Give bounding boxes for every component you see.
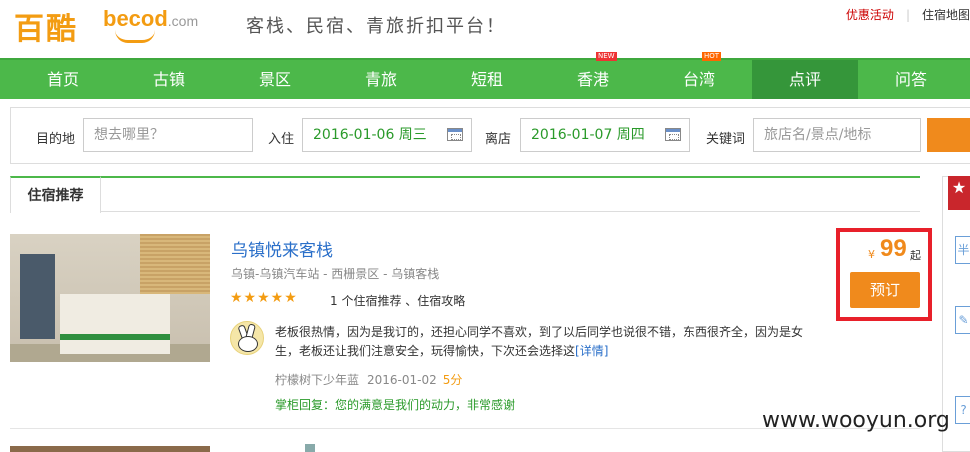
nav-label: 点评	[788, 70, 821, 89]
search-bar: 目的地 想去哪里？ 入住 2016-01-06 周三 离店 2016-01-07…	[10, 107, 970, 164]
new-badge: NEW	[596, 52, 617, 61]
hotel-name-link[interactable]	[305, 444, 315, 452]
owner-reply: 掌柜回复：您的满意是我们的动力，非常感谢	[275, 398, 516, 412]
nav-item-qa[interactable]: 问答	[858, 60, 964, 99]
destination-label: 目的地	[36, 132, 76, 147]
site-slogan: 客栈、民宿、青旅折扣平台！	[246, 16, 506, 37]
hot-badge: HOT	[702, 52, 722, 61]
nav-item-scenic[interactable]: 景区	[222, 60, 328, 99]
nav-label: 问答	[894, 70, 927, 89]
checkout-date-input[interactable]: 2016-01-07 周四	[520, 118, 690, 152]
bookmark-icon[interactable]: 半	[955, 236, 970, 264]
checkout-label: 离店	[485, 132, 512, 147]
photo-detail	[20, 254, 55, 339]
promo-link[interactable]: 优惠活动	[846, 8, 894, 22]
photo-detail	[140, 234, 210, 294]
price-box: ¥ 99 起 预订	[836, 228, 932, 321]
nav-label: 景区	[258, 70, 291, 89]
keyword-placeholder: 旅店名/景点/地标	[764, 127, 872, 143]
top-links: 优惠活动 | 住宿地图	[846, 6, 970, 23]
photo-detail	[60, 334, 170, 340]
review-text: 老板很热情，因为是我订的，还担心同学不喜欢，到了以后同学也说很不错，东西很齐全，…	[275, 323, 815, 361]
review-meta: 柠檬树下少年蓝 2016-01-02 5分	[275, 371, 462, 388]
price-currency: ¥	[868, 248, 875, 261]
hotel-photo[interactable]	[10, 446, 210, 452]
tab-lodging-recommend[interactable]: 住宿推荐	[10, 176, 101, 213]
nav-item-taiwan[interactable]: 台湾 HOT	[646, 52, 752, 99]
review-author: 柠檬树下少年蓝	[275, 373, 360, 387]
hotel-location: 乌镇-乌镇汽车站 - 西栅景区 - 乌镇客栈	[231, 267, 440, 281]
header: 百酷 becod.com 客栈、民宿、青旅折扣平台！ 优惠活动 | 住宿地图	[0, 0, 970, 58]
edit-icon[interactable]: ✎	[955, 306, 970, 334]
nav-label: 青旅	[364, 70, 397, 89]
review-date: 2016-01-02	[367, 373, 437, 387]
map-link[interactable]: 住宿地图	[922, 8, 970, 22]
result-tabs: 住宿推荐	[10, 176, 920, 213]
review-score: 5分	[442, 373, 463, 387]
price-value: 99	[880, 235, 907, 262]
nav-item-ancient-town[interactable]: 古镇	[116, 60, 222, 99]
avatar-detail	[238, 336, 258, 352]
nav-label: 短租	[470, 70, 503, 89]
review-more-link[interactable]: [详情]	[575, 344, 608, 358]
nav-item-reviews[interactable]: 点评	[752, 60, 858, 99]
logo-domain: .com	[167, 13, 199, 29]
watermark: www.wooyun.org	[762, 408, 950, 433]
destination-placeholder: 想去哪里？	[94, 127, 164, 143]
nav-label: 台湾	[682, 70, 715, 89]
nav-label: 首页	[46, 70, 79, 89]
logo-smile-icon	[115, 30, 155, 43]
divider: |	[905, 8, 910, 22]
search-button[interactable]	[927, 118, 970, 152]
destination-input[interactable]: 想去哪里？	[83, 118, 253, 152]
calendar-icon[interactable]	[665, 128, 681, 141]
help-icon[interactable]: ?	[955, 396, 970, 424]
hotel-photo[interactable]	[10, 234, 210, 362]
checkin-date-input[interactable]: 2016-01-06 周三	[302, 118, 472, 152]
nav-label: 古镇	[152, 70, 185, 89]
logo-brand: becod	[103, 6, 168, 31]
rating-stars-icon: ★★★★★	[230, 290, 298, 306]
logo-text-cn[interactable]: 百酷	[14, 4, 78, 48]
nav-item-home[interactable]: 首页	[10, 60, 116, 99]
checkout-value: 2016-01-07 周四	[531, 127, 645, 143]
main-nav: 首页 古镇 景区 青旅 短租 香港 NEW 台湾 HOT 点评 问答	[0, 52, 970, 99]
calendar-icon[interactable]	[447, 128, 463, 141]
nav-item-hostel[interactable]: 青旅	[328, 60, 434, 99]
price-unit: 起	[910, 249, 921, 262]
nav-item-short-rent[interactable]: 短租	[434, 60, 540, 99]
photo-detail	[60, 294, 170, 354]
keyword-input[interactable]: 旅店名/景点/地标	[753, 118, 921, 152]
recommend-count-link[interactable]: 1 个住宿推荐 、住宿攻略	[330, 292, 465, 309]
checkin-label: 入住	[268, 132, 295, 147]
hotel-name-link[interactable]: 乌镇悦来客栈	[231, 236, 333, 261]
user-avatar[interactable]	[230, 321, 264, 355]
nav-label: 香港	[576, 70, 609, 89]
nav-item-hongkong[interactable]: 香港 NEW	[540, 52, 646, 99]
review-body: 老板很热情，因为是我订的，还担心同学不喜欢，到了以后同学也说很不错，东西很齐全，…	[275, 325, 804, 358]
favorite-ribbon-icon[interactable]: ★	[948, 176, 970, 210]
book-button[interactable]: 预订	[850, 272, 920, 308]
keyword-label: 关键词	[706, 132, 746, 147]
logo-text-en[interactable]: becod.com	[103, 6, 198, 32]
checkin-value: 2016-01-06 周三	[313, 127, 427, 143]
